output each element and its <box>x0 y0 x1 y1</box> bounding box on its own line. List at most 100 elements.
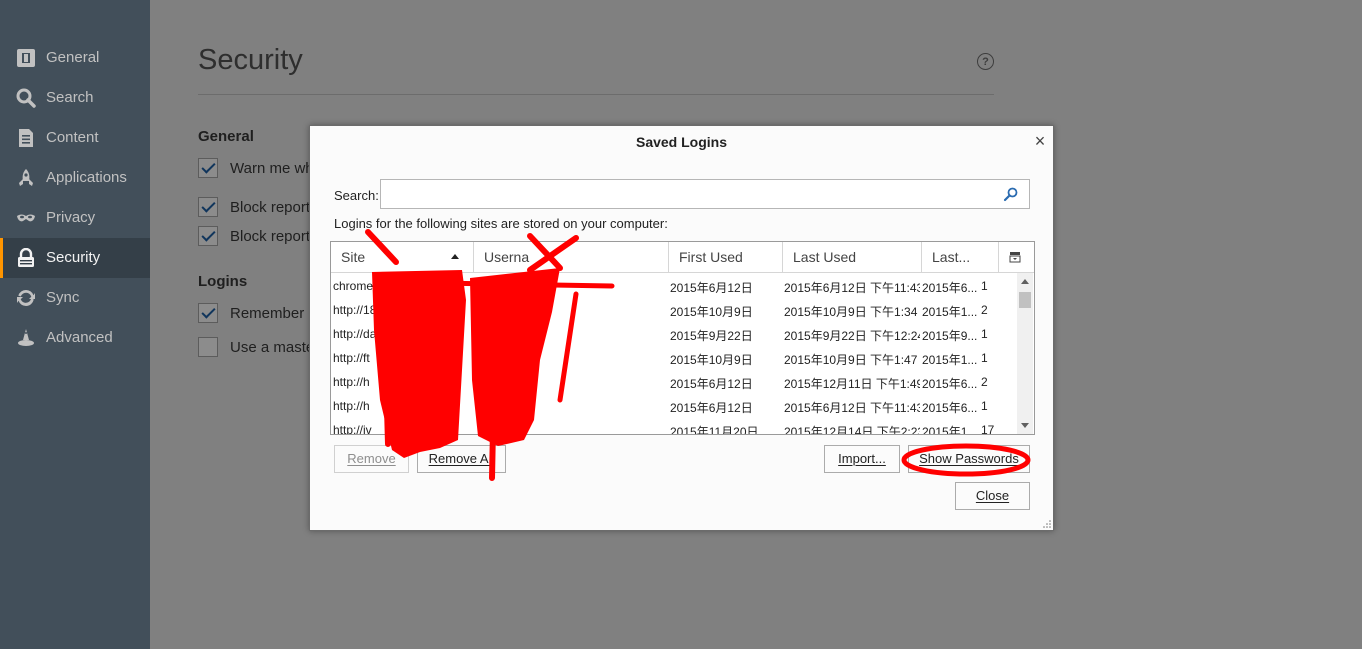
cell-site: chrome:/ <box>333 279 380 293</box>
column-picker-icon[interactable] <box>1009 251 1021 263</box>
sidebar-item-label: Content <box>46 129 99 146</box>
table-row[interactable]: http://h 2015年6月12日 2015年6月12日 下午11:43 2015… <box>331 394 1017 418</box>
cell-last-changed: 2015年9... <box>922 329 978 343</box>
page-title: Security <box>198 44 303 76</box>
checkbox[interactable] <box>198 158 218 178</box>
cell-times-used: 1 <box>981 351 988 365</box>
cell-first-used: 2015年6月12日 <box>670 377 753 391</box>
cell-last-used: 2015年12月14日 下午2:23 <box>784 425 920 435</box>
pref-block-forgeries[interactable]: Block report <box>198 225 310 247</box>
sidebar-item-search[interactable]: Search <box>0 78 150 118</box>
search-input[interactable] <box>385 180 989 208</box>
dialog-title: Saved Logins <box>635 134 728 150</box>
table-row[interactable]: http://iv 2015年11月20日 2015年12月14日 下午2:23 20… <box>331 418 1017 435</box>
table-row[interactable]: http://ft 2015年10月9日 2015年10月9日 下午1:47 2015… <box>331 346 1017 370</box>
sidebar-item-sync[interactable]: Sync <box>0 278 150 318</box>
sidebar: General Search Content Applications Priv… <box>0 0 150 649</box>
column-header-last-used[interactable]: Last Used <box>783 242 922 272</box>
pref-block-attack-sites[interactable]: Block report <box>198 196 310 218</box>
cell-times-used: 1 <box>981 279 988 293</box>
privacy-mask-icon <box>17 214 35 222</box>
table-row[interactable]: http://h 2015年6月12日 2015年12月11日 下午1:49 2015… <box>331 370 1017 394</box>
column-header-label: Last... <box>932 249 971 265</box>
cell-last-changed: 2015年1... <box>922 305 978 319</box>
sidebar-item-label: Security <box>46 249 101 266</box>
cell-last-used: 2015年6月12日 下午11:43 <box>784 281 920 295</box>
sidebar-item-general[interactable]: General <box>0 38 150 78</box>
column-header-username[interactable]: Userna <box>474 242 669 272</box>
column-header-last-changed[interactable]: Last... <box>922 242 999 272</box>
sidebar-item-privacy[interactable]: Privacy <box>0 198 150 238</box>
scroll-thumb[interactable] <box>1019 292 1031 308</box>
pref-remember-logins[interactable]: Remember l <box>198 302 312 324</box>
sidebar-item-label: Search <box>46 89 94 106</box>
logins-section-heading: Logins <box>198 273 248 290</box>
search-icon[interactable] <box>1003 186 1019 202</box>
sidebar-item-applications[interactable]: Applications <box>0 158 150 198</box>
scroll-down-arrow-icon[interactable] <box>1021 423 1029 428</box>
sidebar-item-label: Privacy <box>46 209 96 226</box>
scroll-up-arrow-icon[interactable] <box>1021 279 1029 284</box>
cell-last-used: 2015年9月22日 下午12:24 <box>784 329 920 343</box>
sidebar-item-content[interactable]: Content <box>0 118 150 158</box>
cell-first-used: 2015年11月20日 <box>670 425 759 435</box>
cell-first-used: 2015年9月22日 <box>670 329 753 343</box>
sync-icon <box>17 289 35 306</box>
search-label: Search: <box>334 188 379 203</box>
general-icon <box>17 49 35 67</box>
cell-last-used: 2015年10月9日 下午1:47 <box>784 353 918 367</box>
resize-grip-icon[interactable] <box>1043 520 1051 528</box>
column-header-first-used[interactable]: First Used <box>669 242 783 272</box>
cell-last-used: 2015年6月12日 下午11:43 <box>784 401 920 415</box>
table-row[interactable]: http://da 2015年9月22日 2015年9月22日 下午12:24 201… <box>331 322 1017 346</box>
cell-site: http://ft <box>333 351 370 365</box>
table-row[interactable]: chrome:/ 2015年6月12日 2015年6月12日 下午11:43 2015… <box>331 274 1017 298</box>
pref-label: Use a maste <box>230 338 315 356</box>
sidebar-item-security[interactable]: Security <box>0 238 150 278</box>
cell-last-used: 2015年10月9日 下午1:34 <box>784 305 918 319</box>
cell-times-used: 1 <box>981 399 988 413</box>
sidebar-item-label: Applications <box>46 169 127 186</box>
cell-first-used: 2015年6月12日 <box>670 281 753 295</box>
cell-site: http://iv <box>333 423 372 435</box>
checkbox[interactable] <box>198 303 218 323</box>
cell-site: http://da <box>333 327 377 341</box>
sidebar-item-label: Sync <box>46 289 80 306</box>
search-box[interactable] <box>380 179 1030 209</box>
checkbox[interactable] <box>198 226 218 246</box>
cell-last-changed: 2015年6... <box>922 281 978 295</box>
checkbox[interactable] <box>198 197 218 217</box>
checkbox[interactable] <box>198 337 218 357</box>
sort-ascending-icon <box>451 254 459 259</box>
search-icon <box>16 88 36 108</box>
cell-last-used: 2015年12月11日 下午1:49 <box>784 377 920 391</box>
show-passwords-button[interactable]: Show Passwords <box>908 445 1030 473</box>
close-icon[interactable]: × <box>1033 132 1047 150</box>
table-header: Site Userna First Used Last Used Last... <box>331 242 1034 273</box>
column-header-site[interactable]: Site <box>331 242 474 272</box>
table-row[interactable]: http://18 2015年10月9日 2015年10月9日 下午1:34 2015… <box>331 298 1017 322</box>
cell-last-changed: 2015年1... <box>922 425 978 435</box>
cell-site: http://h <box>333 399 370 413</box>
cell-times-used: 2 <box>981 303 988 317</box>
cell-site: http://18 <box>333 303 377 317</box>
security-lock-icon <box>18 248 34 267</box>
advanced-wizard-icon <box>18 329 34 346</box>
pref-label: Warn me wh <box>230 159 314 177</box>
applications-rocket-icon <box>19 169 33 186</box>
pref-label: Block report <box>230 198 311 216</box>
sidebar-item-advanced[interactable]: Advanced <box>0 318 150 358</box>
pref-warn-addons[interactable]: Warn me wh <box>198 157 314 179</box>
remove-all-button[interactable]: Remove All <box>417 445 506 473</box>
cell-times-used: 1 <box>981 327 988 341</box>
pref-use-master-password[interactable]: Use a maste <box>198 336 314 358</box>
help-icon[interactable]: ? <box>977 53 994 70</box>
remove-button[interactable]: Remove <box>334 445 409 473</box>
close-button[interactable]: Close <box>955 482 1030 510</box>
cell-first-used: 2015年10月9日 <box>670 353 753 367</box>
info-text: Logins for the following sites are store… <box>334 216 668 231</box>
import-button[interactable]: Import... <box>824 445 900 473</box>
column-header-label: Site <box>341 249 366 265</box>
vertical-scrollbar[interactable] <box>1017 273 1033 434</box>
general-section-heading: General <box>198 128 254 145</box>
